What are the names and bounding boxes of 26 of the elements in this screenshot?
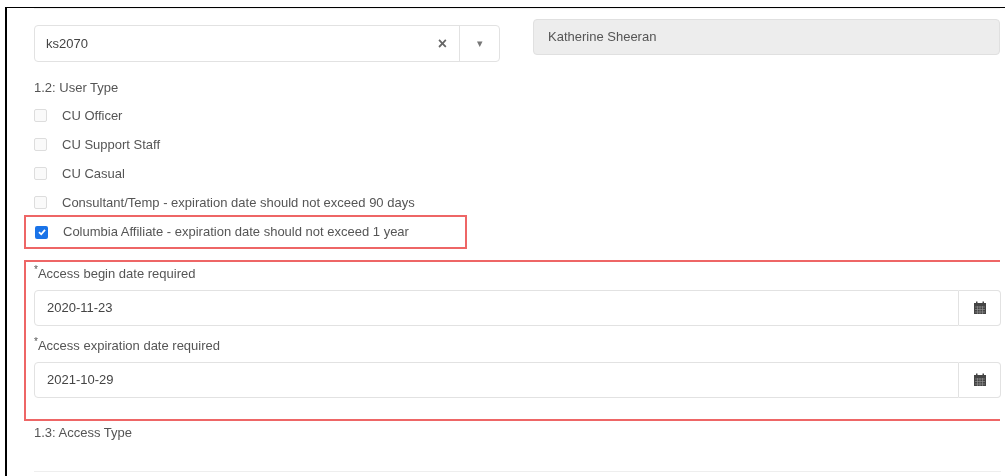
- clear-icon[interactable]: ×: [425, 31, 459, 56]
- checkbox[interactable]: [34, 109, 47, 122]
- required-mark: *: [34, 336, 38, 348]
- required-mark: *: [34, 264, 38, 276]
- checkbox[interactable]: [34, 196, 47, 209]
- checkbox-label: CU Support Staff: [62, 135, 161, 154]
- checkbox[interactable]: [34, 167, 47, 180]
- calendar-button[interactable]: [959, 290, 1001, 326]
- field-label: Access expiration date required: [37, 338, 220, 355]
- checkbox-label: CU Officer: [62, 106, 123, 125]
- user-select[interactable]: ks2070 × ▾: [34, 25, 500, 62]
- checkbox-label: Consultant/Temp - expiration date should not exceed 90 days: [62, 193, 415, 212]
- field-label: Access begin date required: [37, 266, 196, 283]
- checkbox-label: CU Casual: [62, 164, 125, 183]
- checkbox[interactable]: [35, 225, 48, 239]
- checkbox[interactable]: [34, 138, 47, 151]
- section-label: 1.2: User Type: [34, 79, 120, 97]
- name-field: Katherine Sheeran: [533, 19, 1000, 55]
- date-field[interactable]: 2020-11-23: [34, 290, 959, 326]
- section-label: 1.3: Access Type: [34, 424, 134, 442]
- checkbox-label: Columbia Affiliate - expiration date should not exceed 1 year: [63, 223, 409, 242]
- calendar-icon: [972, 301, 987, 315]
- calendar-icon: [972, 373, 987, 387]
- date-field[interactable]: 2021-10-29: [34, 362, 959, 398]
- select-value: ks2070: [45, 34, 89, 53]
- calendar-button[interactable]: [959, 362, 1001, 398]
